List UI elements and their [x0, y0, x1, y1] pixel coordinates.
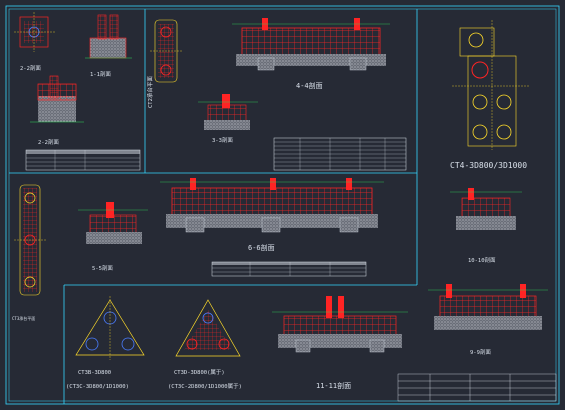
section-10-10 [450, 188, 522, 230]
section-3-3 [198, 94, 258, 130]
ct2-pile-cap-plan [150, 19, 182, 83]
section-11-11 [272, 296, 408, 353]
label-ct3-plan: CT3承台平面 [12, 315, 35, 321]
section-4-4 [232, 18, 390, 71]
ct4-pile-cap-plan [452, 20, 530, 150]
title-block [397, 373, 557, 402]
label-section-9-9: 9-9剖面 [470, 348, 491, 356]
rebar-table-lower [211, 261, 367, 277]
section-5-5 [78, 202, 148, 244]
label-ct2-plan: CT2承台平面 [146, 76, 154, 108]
label-section-5-5: 5-5剖面 [92, 264, 113, 272]
rebar-table-mid [273, 137, 407, 171]
label-section-10-10: 10-10剖面 [468, 256, 496, 264]
label-section-6-6: 6-6剖面 [248, 243, 275, 252]
section-9-9 [428, 284, 548, 330]
label-ct3b: CT3B-3D800 [78, 370, 111, 376]
label-2-2-plan: 2-2剖面 [20, 64, 41, 72]
detail-2-2-section [30, 75, 84, 123]
section-6-6 [160, 178, 384, 233]
ct3-pile-cap-plan [14, 184, 46, 296]
rebar-table-left [25, 149, 141, 171]
label-ct3b-sub: (CT3C-3D800/1D1000) [66, 384, 129, 390]
cad-drawing-canvas: 2-2剖面 1-1剖面 2-2剖面 CT2承台平面 4-4剖面 3-3剖面 CT… [5, 5, 560, 405]
label-2-2-section: 2-2剖面 [38, 138, 59, 146]
label-section-4-4: 4-4剖面 [296, 81, 323, 90]
ct3b-pile-cap-plan [75, 296, 145, 360]
label-section-11-11: 11-11剖面 [316, 381, 351, 390]
ct3d-pile-cap-plan [175, 299, 241, 357]
label-section-3-3: 3-3剖面 [212, 136, 233, 144]
label-1-1-top: 1-1剖面 [90, 70, 111, 78]
label-ct3d-sub: (CT3C-2D800/1D1000属于) [168, 383, 242, 390]
label-ct3d: CT3D-3D800(属于) [174, 369, 225, 376]
detail-1-1-top [85, 14, 132, 59]
label-ct4: CT4-3D800/3D1000 [450, 161, 527, 170]
detail-top-left-plan [14, 12, 56, 52]
